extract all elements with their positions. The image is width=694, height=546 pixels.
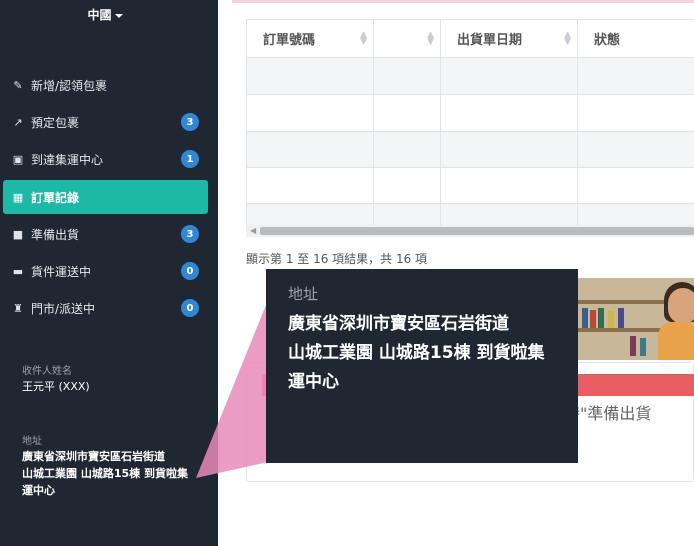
page: 中國 ✎ 新增/認領包裹 ↗ 預定包裹 3 ▣ 到達集運中心 1 ▦ 訂單記錄 … (0, 0, 694, 546)
callout-address-line2: 山城工業園 山城路15棟 到貨啦集運中心 (288, 343, 545, 392)
callout-address-line1: 廣東省深圳市寶安區石岩街道 (288, 314, 509, 334)
address-callout: 地址 廣東省深圳市寶安區石岩街道 山城工業園 山城路15棟 到貨啦集運中心 (266, 269, 578, 463)
callout-label: 地址 (288, 285, 319, 303)
callout-pointer (196, 300, 268, 478)
